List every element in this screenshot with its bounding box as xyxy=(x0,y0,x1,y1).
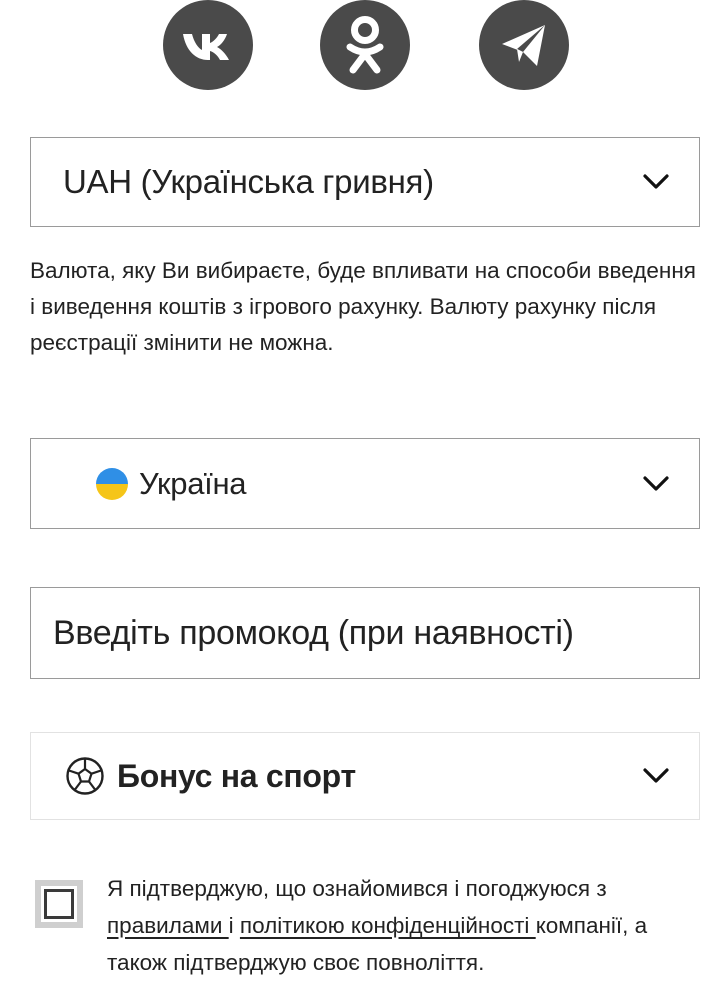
consent-checkbox[interactable] xyxy=(35,880,83,928)
promo-code-placeholder: Введіть промокод (при наявності) xyxy=(53,613,574,652)
consent-text: Я підтверджую, що ознайомився і погоджую… xyxy=(107,870,707,981)
country-select-value: Україна xyxy=(139,465,247,501)
promo-code-input[interactable]: Введіть промокод (при наявності) xyxy=(30,587,700,679)
vk-icon xyxy=(183,34,229,60)
currency-select-value: UAH (Українська гривня) xyxy=(63,163,434,200)
rules-link[interactable]: правилами xyxy=(107,913,229,938)
soccer-ball-icon xyxy=(66,757,104,795)
bonus-select[interactable]: Бонус на спорт xyxy=(30,732,700,820)
bonus-select-value: Бонус на спорт xyxy=(117,757,356,794)
currency-select[interactable]: UAH (Українська гривня) xyxy=(30,137,700,227)
chevron-down-icon xyxy=(643,174,669,189)
vk-button[interactable] xyxy=(163,0,253,90)
chevron-down-icon xyxy=(643,768,669,783)
privacy-policy-link[interactable]: політикою конфіденційності xyxy=(240,913,536,938)
telegram-icon xyxy=(502,25,545,66)
telegram-button[interactable] xyxy=(479,0,569,90)
odnoklassniki-icon xyxy=(346,16,384,74)
ukraine-flag-icon xyxy=(96,467,128,500)
consent-text-and: і xyxy=(228,913,240,938)
chevron-down-icon xyxy=(643,475,669,491)
currency-note: Валюта, яку Ви вибираєте, буде впливати … xyxy=(30,258,696,355)
odnoklassniki-button[interactable] xyxy=(320,0,410,90)
country-select[interactable]: Україна xyxy=(30,438,700,529)
consent-text-before: Я підтверджую, що ознайомився і погоджую… xyxy=(107,876,607,901)
